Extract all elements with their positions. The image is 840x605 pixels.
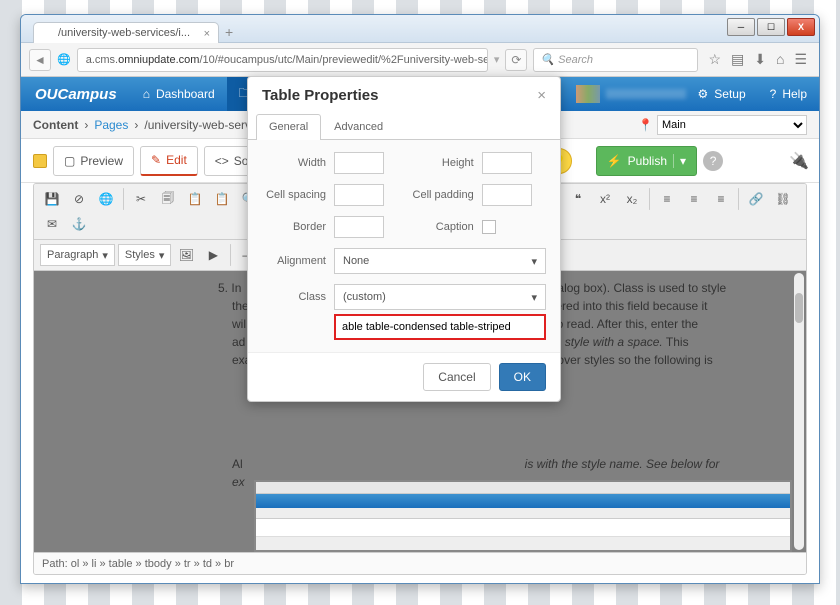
nested-screenshot bbox=[254, 480, 792, 552]
gear-icon: ⚙ bbox=[698, 87, 709, 101]
unlink-icon[interactable]: ⛓ bbox=[771, 188, 795, 210]
ok-button[interactable]: OK bbox=[499, 363, 546, 391]
alignment-select[interactable]: None▾ bbox=[334, 248, 546, 274]
tab-title: /university-web-services/i... bbox=[58, 27, 190, 39]
align-right-icon[interactable]: ≡ bbox=[709, 188, 733, 210]
browser-titlebar: /university-web-services/i... × + ─ ☐ X bbox=[21, 15, 819, 43]
clipboard-icon[interactable]: ▤ bbox=[731, 51, 744, 68]
user-avatar[interactable] bbox=[576, 85, 600, 103]
bookmark-icon[interactable]: ☆ bbox=[708, 51, 721, 68]
paste-icon[interactable]: 📋 bbox=[183, 188, 207, 210]
location-pin-icon: 📍 bbox=[638, 118, 653, 132]
tab-general[interactable]: General bbox=[256, 114, 321, 140]
reload-button[interactable]: ⟳ bbox=[505, 49, 527, 71]
cut-icon[interactable]: ✂ bbox=[129, 188, 153, 210]
paste-text-icon[interactable]: 📋 bbox=[210, 188, 234, 210]
nav-setup[interactable]: ⚙Setup bbox=[686, 77, 758, 111]
preview-button[interactable]: ▢ Preview bbox=[53, 146, 134, 176]
media-icon[interactable]: ▶ bbox=[201, 244, 225, 266]
close-window-button[interactable]: X bbox=[787, 18, 815, 36]
image-icon[interactable]: 🖼 bbox=[174, 244, 198, 266]
styles-select[interactable]: Styles ▾ bbox=[118, 244, 172, 266]
element-path[interactable]: Path: ol » li » table » tbody » tr » td … bbox=[34, 552, 806, 574]
width-input[interactable] bbox=[334, 152, 384, 174]
link-icon[interactable]: 🔗 bbox=[744, 188, 768, 210]
toolbar-help-icon[interactable]: ? bbox=[703, 151, 723, 171]
class-select[interactable]: (custom)▾ bbox=[334, 284, 546, 310]
checkout-indicator[interactable] bbox=[33, 154, 47, 168]
class-text-input[interactable]: able table-condensed table-striped bbox=[334, 314, 546, 340]
home-icon: ⌂ bbox=[143, 87, 150, 101]
menu-icon[interactable]: ☰ bbox=[794, 51, 807, 68]
url-field[interactable]: a.cms.omniupdate.com/10/#oucampus/utc/Ma… bbox=[77, 48, 488, 72]
subscript-icon[interactable]: x₂ bbox=[620, 188, 644, 210]
app-logo: OUCampus bbox=[21, 86, 131, 103]
publish-button[interactable]: ⚡ Publish ▾ bbox=[596, 146, 697, 176]
copy-icon[interactable]: 🗐 bbox=[156, 188, 180, 210]
close-tab-icon[interactable]: × bbox=[204, 28, 210, 40]
back-button[interactable]: ◄ bbox=[29, 49, 51, 71]
align-left-icon[interactable]: ≡ bbox=[655, 188, 679, 210]
location-select[interactable]: Main bbox=[657, 115, 807, 135]
cellspacing-input[interactable] bbox=[334, 184, 384, 206]
nav-help[interactable]: ?Help bbox=[758, 77, 819, 111]
maximize-button[interactable]: ☐ bbox=[757, 18, 785, 36]
blockquote-icon[interactable]: ❝ bbox=[566, 188, 590, 210]
paragraph-select[interactable]: Paragraph ▾ bbox=[40, 244, 115, 266]
mailto-icon[interactable]: ✉ bbox=[40, 213, 64, 235]
scrollbar[interactable] bbox=[794, 273, 804, 550]
plug-icon[interactable]: 🔌 bbox=[789, 151, 809, 171]
caption-checkbox[interactable] bbox=[482, 220, 496, 234]
new-tab-button[interactable]: + bbox=[225, 24, 233, 40]
user-name-blurred bbox=[606, 89, 686, 99]
tab-advanced[interactable]: Advanced bbox=[321, 114, 396, 139]
border-input[interactable] bbox=[334, 216, 384, 238]
url-bar: ◄ 🌐 a.cms.omniupdate.com/10/#oucampus/ut… bbox=[21, 43, 819, 77]
search-field[interactable]: 🔍 Search bbox=[533, 48, 698, 72]
modal-title: Table Properties bbox=[262, 87, 378, 104]
help-icon: ? bbox=[770, 87, 777, 101]
superscript-icon[interactable]: x² bbox=[593, 188, 617, 210]
align-center-icon[interactable]: ≡ bbox=[682, 188, 706, 210]
anchor-icon[interactable]: ⚓ bbox=[67, 213, 91, 235]
table-properties-modal: Table Properties × General Advanced Widt… bbox=[247, 76, 561, 402]
modal-close-icon[interactable]: × bbox=[537, 87, 546, 104]
breadcrumb-pages[interactable]: Pages bbox=[94, 118, 128, 132]
globe-icon: 🌐 bbox=[57, 53, 71, 66]
home-icon[interactable]: ⌂ bbox=[776, 51, 784, 68]
globe-icon[interactable]: 🌐 bbox=[94, 188, 118, 210]
cancel-button[interactable]: Cancel bbox=[423, 363, 490, 391]
cancel-icon[interactable]: ⊘ bbox=[67, 188, 91, 210]
cellpadding-input[interactable] bbox=[482, 184, 532, 206]
minimize-button[interactable]: ─ bbox=[727, 18, 755, 36]
height-input[interactable] bbox=[482, 152, 532, 174]
browser-tab[interactable]: /university-web-services/i... × bbox=[33, 22, 219, 43]
save-icon[interactable]: 💾 bbox=[40, 188, 64, 210]
edit-button[interactable]: ✎ Edit bbox=[140, 146, 198, 176]
dropdown-icon[interactable]: ▾ bbox=[494, 53, 500, 66]
search-icon: 🔍 bbox=[540, 53, 554, 66]
nav-dashboard[interactable]: ⌂Dashboard bbox=[131, 77, 227, 111]
download-icon[interactable]: ⬇ bbox=[754, 51, 766, 68]
